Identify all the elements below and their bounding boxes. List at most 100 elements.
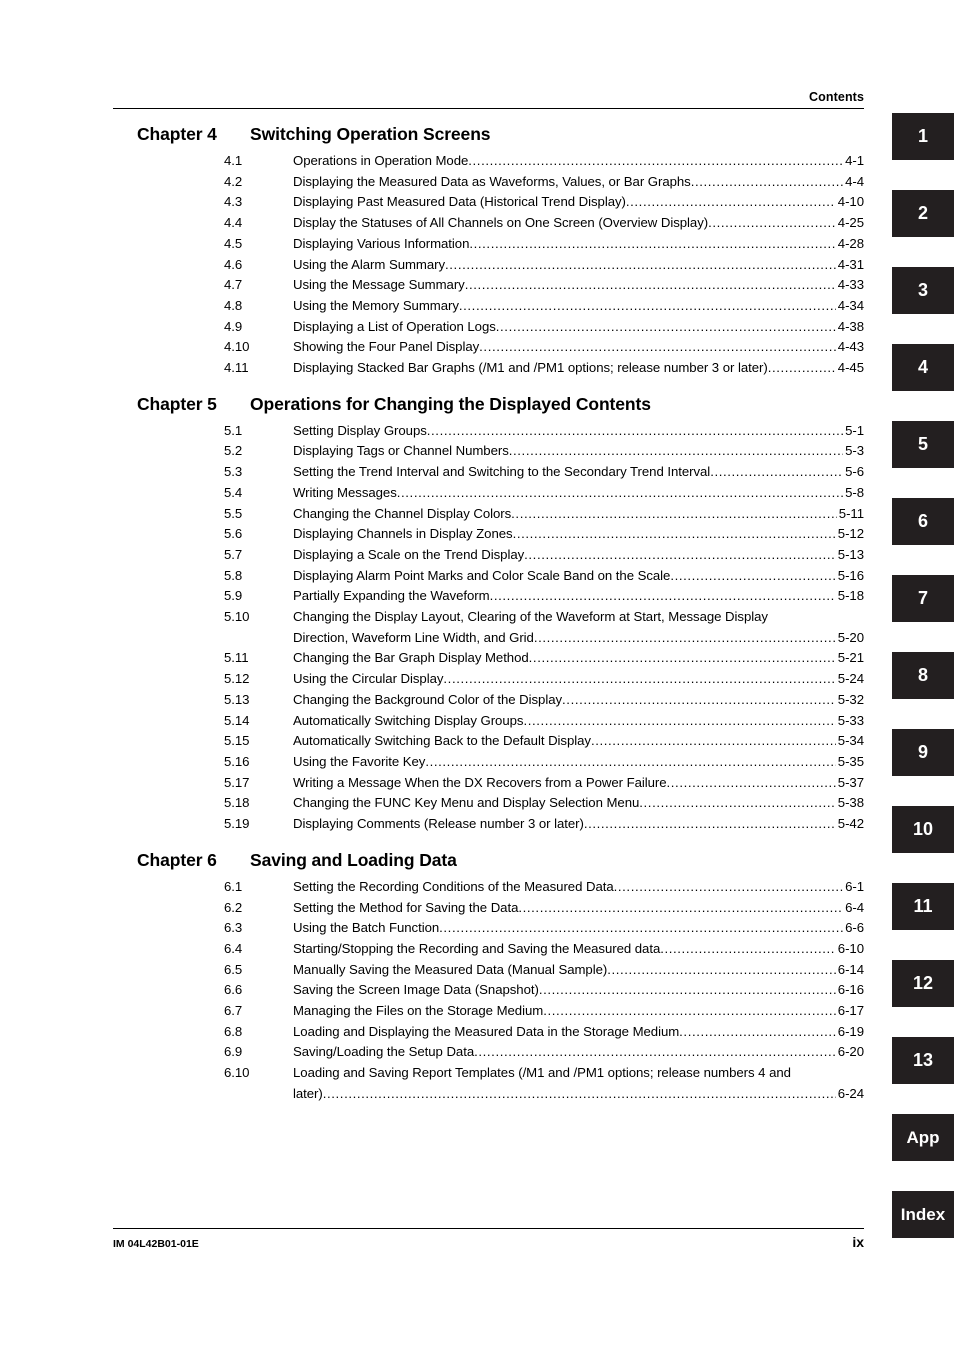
thumb-tab-6[interactable]: 6 — [892, 498, 954, 545]
thumb-tab-3[interactable]: 3 — [892, 267, 954, 314]
toc-entry-body: Using the Memory Summary 4-34 — [293, 296, 864, 317]
toc-entry[interactable]: 4.9 Displaying a List of Operation Logs 4-… — [113, 317, 864, 338]
toc-entry[interactable]: 5.10 Changing the Display Layout, Clearin… — [113, 607, 864, 628]
toc-entry[interactable]: 5.16 Using the Favorite Key 5-35 — [113, 752, 864, 773]
toc-entry[interactable]: 5.5 Changing the Channel Display Colors 5-… — [113, 504, 864, 525]
toc-entry-continuation[interactable]: 6.10later)6-24 — [113, 1084, 864, 1105]
toc-entry[interactable]: 5.14 Automatically Switching Display Grou… — [113, 711, 864, 732]
toc-entry-title: Operations in Operation Mode — [293, 153, 469, 168]
toc-entry-number: 5.11 — [224, 650, 249, 666]
toc-entry[interactable]: 5.18 Changing the FUNC Key Menu and Displ… — [113, 793, 864, 814]
toc-entry[interactable]: 5.12 Using the Circular Display 5-24 — [113, 669, 864, 690]
toc-entry[interactable]: 6.4 Starting/Stopping the Recording and S… — [113, 939, 864, 960]
toc-leader-dots — [397, 483, 843, 504]
toc-entry[interactable]: 4.1 Operations in Operation Mode 4-1 — [113, 151, 864, 172]
toc-entry[interactable]: 6.10 Loading and Saving Report Templates … — [113, 1063, 864, 1084]
toc-entry[interactable]: 4.6 Using the Alarm Summary 4-31 — [113, 255, 864, 276]
thumb-tab-11[interactable]: 11 — [892, 883, 954, 930]
toc-entry[interactable]: 5.13 Changing the Background Color of the… — [113, 690, 864, 711]
toc-entry-number: 5.8 — [224, 567, 243, 583]
toc-entry-title: Changing the Display Layout, Clearing of… — [293, 609, 768, 625]
thumb-tab-4[interactable]: 4 — [892, 344, 954, 391]
toc-entry-title: Automatically Switching Back to the Defa… — [293, 733, 591, 749]
toc-entry-title: Displaying Channels in Display Zones — [293, 526, 513, 542]
thumb-tab-index[interactable]: Index — [892, 1191, 954, 1238]
toc-entry[interactable]: 6.2 Setting the Method for Saving the Dat… — [113, 898, 864, 919]
thumb-tab-12[interactable]: 12 — [892, 960, 954, 1007]
toc-entry[interactable]: 4.4 Display the Statuses of All Channels … — [113, 213, 864, 234]
toc-entry-body: Setting the Recording Conditions of the … — [293, 877, 864, 898]
thumb-tab-1[interactable]: 1 — [892, 113, 954, 160]
toc-entry[interactable]: 5.4 Writing Messages 5-8 — [113, 483, 864, 504]
toc-entry-title: Displaying Stacked Bar Graphs (/M1 and /… — [293, 360, 768, 376]
toc-leader-dots — [523, 711, 835, 732]
toc-entry[interactable]: 5.7 Displaying a Scale on the Trend Displ… — [113, 545, 864, 566]
toc-entry-title: Using the Memory Summary — [293, 297, 459, 313]
thumb-tab-7[interactable]: 7 — [892, 575, 954, 622]
toc-entry[interactable]: 4.3 Displaying Past Measured Data (Histor… — [113, 192, 864, 213]
thumb-tab-app[interactable]: App — [892, 1114, 954, 1161]
chapter-heading[interactable]: Chapter 4 Switching Operation Screens — [113, 122, 864, 146]
toc-entry-continuation[interactable]: 5.10Direction, Waveform Line Width, and … — [113, 628, 864, 649]
toc-entry[interactable]: 6.7 Managing the Files on the Storage Med… — [113, 1001, 864, 1022]
toc-entry[interactable]: 6.5 Manually Saving the Measured Data (Ma… — [113, 960, 864, 981]
thumb-tab-8[interactable]: 8 — [892, 652, 954, 699]
toc-entry-body: Showing the Four Panel Display 4-43 — [293, 337, 864, 358]
thumb-tab-9[interactable]: 9 — [892, 729, 954, 776]
toc-entry[interactable]: 5.11 Changing the Bar Graph Display Metho… — [113, 648, 864, 669]
toc-entry-title: Automatically Switching Display Groups — [293, 712, 524, 728]
toc-entry[interactable]: 5.1 Setting Display Groups 5-1 — [113, 421, 864, 442]
thumb-tab-5[interactable]: 5 — [892, 421, 954, 468]
toc-entry[interactable]: 4.10 Showing the Four Panel Display 4-43 — [113, 337, 864, 358]
toc-entry[interactable]: 4.11 Displaying Stacked Bar Graphs (/M1 a… — [113, 358, 864, 379]
toc-entry-number: 5.19 — [224, 816, 250, 832]
contents-page: Contents Chapter 4 Switching Operation Sc… — [0, 0, 954, 1350]
toc-entry-title: Displaying Various Information — [293, 235, 470, 251]
toc-entry-title: Changing the Bar Graph Display Method — [293, 650, 529, 666]
toc-entry-title: Displaying the Measured Data as Waveform… — [293, 173, 691, 189]
toc-entry[interactable]: 4.5 Displaying Various Information 4-28 — [113, 234, 864, 255]
toc-entry-number: 4.2 — [224, 173, 243, 189]
toc-entry[interactable]: 5.8 Displaying Alarm Point Marks and Colo… — [113, 566, 864, 587]
toc-entry[interactable]: 6.1 Setting the Recording Conditions of t… — [113, 877, 864, 898]
thumb-tab-2[interactable]: 2 — [892, 190, 954, 237]
toc-entry-number: 5.7 — [224, 546, 243, 562]
toc-entry-body: Display the Statuses of All Channels on … — [293, 213, 864, 234]
toc-entry-body: Changing the Channel Display Colors 5-11 — [293, 504, 864, 525]
toc-entry[interactable]: 5.9 Partially Expanding the Waveform 5-18 — [113, 586, 864, 607]
toc-entry[interactable]: 5.3 Setting the Trend Interval and Switch… — [113, 462, 864, 483]
toc-entry[interactable]: 6.9 Saving/Loading the Setup Data 6-20 — [113, 1042, 864, 1063]
toc-entry-body: Displaying Tags or Channel Numbers 5-3 — [293, 441, 864, 462]
toc-entry[interactable]: 4.2 Displaying the Measured Data as Wavef… — [113, 172, 864, 193]
toc-entry-page: 4-38 — [837, 318, 864, 334]
toc-entry[interactable]: 4.8 Using the Memory Summary 4-34 — [113, 296, 864, 317]
toc-entry-page: 4-25 — [837, 215, 864, 231]
toc-entry-title: Setting the Method for Saving the Data — [293, 899, 519, 915]
toc-leader-dots — [591, 731, 836, 752]
chapter-heading[interactable]: Chapter 5 Operations for Changing the Dis… — [113, 392, 864, 416]
toc-entry-page: 6-24 — [837, 1085, 864, 1101]
toc-entry-number: 6.5 — [224, 961, 243, 977]
thumb-index-tabs: 1 2 3 4 5 6 7 8 9 10 11 12 13 App Index — [892, 113, 954, 1238]
toc-leader-dots — [509, 441, 843, 462]
toc-entry-page: 5-3 — [845, 443, 864, 459]
toc-entry[interactable]: 5.6 Displaying Channels in Display Zones 5… — [113, 524, 864, 545]
toc-entry[interactable]: 5.15 Automatically Switching Back to the … — [113, 731, 864, 752]
toc-leader-dots — [474, 1042, 836, 1063]
toc-entry[interactable]: 6.8 Loading and Displaying the Measured D… — [113, 1022, 864, 1043]
toc-entry-title: Displaying Comments (Release number 3 or… — [293, 816, 584, 832]
toc-entry-number: 6.2 — [224, 899, 243, 915]
toc-entry[interactable]: 6.3 Using the Batch Function 6-6 — [113, 918, 864, 939]
toc-entry[interactable]: 4.7 Using the Message Summary 4-33 — [113, 275, 864, 296]
toc-entry[interactable]: 5.17 Writing a Message When the DX Recove… — [113, 773, 864, 794]
chapter-heading[interactable]: Chapter 6 Saving and Loading Data — [113, 848, 864, 872]
thumb-tab-10[interactable]: 10 — [892, 806, 954, 853]
toc-entry-number: 5.3 — [224, 464, 243, 480]
toc-entry[interactable]: 6.6 Saving the Screen Image Data (Snapsho… — [113, 980, 864, 1001]
toc-entry[interactable]: 5.19 Displaying Comments (Release number … — [113, 814, 864, 835]
thumb-tab-13[interactable]: 13 — [892, 1037, 954, 1084]
toc-entry[interactable]: 5.2 Displaying Tags or Channel Numbers 5-3 — [113, 441, 864, 462]
toc-leader-dots — [459, 296, 836, 317]
toc-entry-number: 5.2 — [224, 443, 243, 459]
toc-entry-page: 5-32 — [837, 691, 864, 707]
